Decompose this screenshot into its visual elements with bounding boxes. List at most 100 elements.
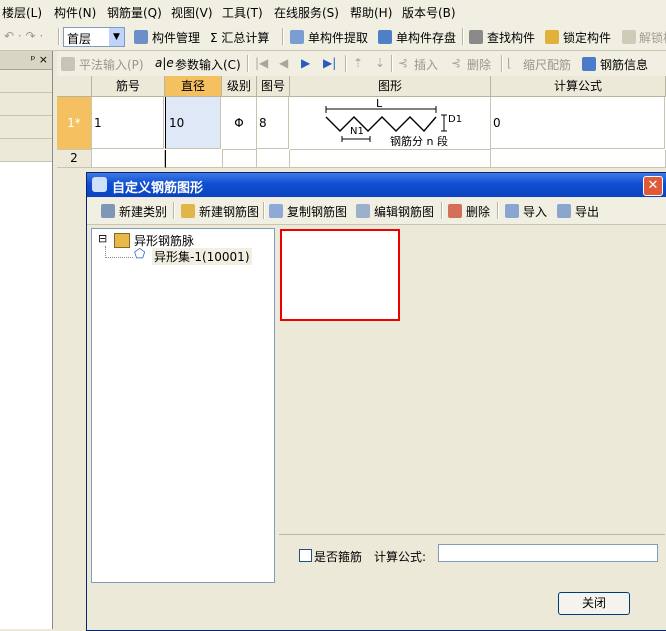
left-panel-row[interactable] — [0, 70, 52, 93]
shape-label-d1: D1 — [448, 114, 463, 125]
chevron-down-icon[interactable]: ▼ — [109, 28, 124, 46]
menu-tools[interactable]: 工具(T) — [222, 4, 263, 21]
single-save-icon — [378, 30, 392, 44]
floor-select[interactable]: 首层 ▼ — [63, 27, 125, 47]
delete-row-button[interactable]: 删除 — [467, 56, 491, 73]
close-button[interactable]: 关闭 — [558, 592, 630, 615]
nav-last-icon[interactable]: ▶| — [323, 56, 336, 70]
scale-rebar-button[interactable]: 缩尺配筋 — [523, 56, 571, 73]
move-down-icon[interactable]: ⇣ — [375, 56, 385, 70]
plan-input-icon — [61, 57, 75, 71]
cell-shape[interactable] — [290, 150, 491, 168]
rebar-info-button[interactable]: 钢筋信息 — [600, 56, 648, 73]
delete-button[interactable]: 删除 — [466, 203, 490, 220]
row-header[interactable]: 1* — [57, 97, 92, 150]
shape-label-l: L — [376, 97, 383, 110]
new-category-button[interactable]: 新建类别 — [119, 203, 167, 220]
unlock-icon — [622, 30, 636, 44]
shape-preview-canvas[interactable] — [280, 229, 400, 321]
nav-first-icon[interactable]: |◀ — [255, 56, 268, 70]
cell-diameter[interactable]: 10 — [165, 97, 221, 149]
header-level[interactable]: 级别 — [222, 76, 257, 97]
single-extract-button[interactable]: 单构件提取 — [308, 29, 368, 46]
scale-rebar-icon: ⌊ — [507, 56, 512, 70]
single-extract-icon — [290, 30, 304, 44]
cell-formula[interactable] — [491, 150, 666, 168]
left-panel: ᵖ × — [0, 51, 53, 629]
find-icon — [469, 30, 483, 44]
menu-view[interactable]: 视图(V) — [171, 4, 213, 21]
unlock-component-button[interactable]: 解锁构 — [639, 29, 666, 46]
tree-expander-icon[interactable]: ⊟ — [98, 232, 107, 245]
nav-prev-icon[interactable]: ◀ — [279, 56, 288, 70]
param-input-button[interactable]: 参数输入(C) — [175, 56, 241, 73]
dialog-title: 自定义钢筋图形 — [112, 181, 204, 196]
move-up-icon[interactable]: ⇡ — [353, 56, 363, 70]
menu-bar: 楼层(L) 构件(N) 钢筋量(Q) 视图(V) 工具(T) 在线服务(S) 帮… — [0, 0, 666, 25]
cell-jinhao[interactable] — [92, 150, 165, 168]
close-icon[interactable]: ✕ — [643, 176, 663, 196]
nav-next-icon[interactable]: ▶ — [301, 56, 310, 70]
shape-tree: ⊟ 异形钢筋脉 ⬠ 异形集-1(10001) — [91, 228, 275, 583]
formula-label: 计算公式: — [374, 550, 427, 564]
left-panel-row[interactable] — [0, 93, 52, 116]
pin-close-icon[interactable]: ᵖ × — [31, 53, 48, 66]
cell-tuhao[interactable]: 8 — [257, 97, 289, 149]
copy-shape-button[interactable]: 复制钢筋图 — [287, 203, 347, 220]
import-button[interactable]: 导入 — [523, 203, 547, 220]
single-save-button[interactable]: 单构件存盘 — [396, 29, 456, 46]
rebar-info-icon — [582, 57, 596, 71]
shape-label-n1: N1 — [350, 126, 364, 137]
find-component-button[interactable]: 查找构件 — [487, 29, 535, 46]
grid-corner — [57, 76, 92, 97]
undo-redo-icons[interactable]: ↶ · ↷ · — [4, 29, 43, 43]
menu-help[interactable]: 帮助(H) — [350, 4, 392, 21]
menu-component[interactable]: 构件(N) — [54, 4, 96, 21]
plan-input-button[interactable]: 平法输入(P) — [79, 56, 144, 73]
param-input-icon: a|e — [155, 56, 174, 70]
dialog-toolbar: 新建类别 新建钢筋图 复制钢筋图 编辑钢筋图 删除 导入 导出 — [87, 198, 666, 225]
rebar-toolbar: 平法输入(P) a|e 参数输入(C) |◀ ◀ ▶ ▶| ⇡ ⇣ ⊰ 插入 ⊰… — [57, 51, 666, 77]
dialog-title-bar[interactable]: 自定义钢筋图形 ✕ — [87, 173, 666, 197]
cell-shape[interactable]: L N1 D1 钢筋分 n 段 — [290, 97, 491, 150]
menu-version[interactable]: 版本号(B) — [402, 4, 456, 21]
component-manage-icon — [134, 30, 148, 44]
cell-jinhao[interactable]: 1 — [92, 97, 164, 149]
menu-online-service[interactable]: 在线服务(S) — [274, 4, 339, 21]
header-diameter[interactable]: 直径(mm) — [165, 76, 222, 113]
main-toolbar: ↶ · ↷ · 首层 ▼ 构件管理 Σ 汇总计算 单构件提取 单构件存盘 查找构… — [0, 24, 666, 51]
lock-component-button[interactable]: 锁定构件 — [563, 29, 611, 46]
left-panel-row[interactable] — [0, 116, 52, 139]
insert-button[interactable]: 插入 — [414, 56, 438, 73]
summary-calc-button[interactable]: Σ 汇总计算 — [210, 29, 269, 46]
export-icon — [557, 204, 571, 218]
tree-child-label[interactable]: 异形集-1(10001) — [152, 248, 252, 265]
shape-caption: 钢筋分 n 段 — [390, 135, 448, 148]
left-panel-row[interactable] — [0, 139, 52, 162]
new-shape-button[interactable]: 新建钢筋图 — [199, 203, 259, 220]
cell-diameter[interactable] — [165, 150, 223, 168]
row-header[interactable]: 2 — [57, 150, 92, 168]
custom-rebar-shape-dialog: 自定义钢筋图形 ✕ 新建类别 新建钢筋图 复制钢筋图 编辑钢筋图 删除 导入 导… — [86, 172, 666, 631]
cell-level[interactable]: Φ — [222, 97, 257, 150]
header-jinhao[interactable]: 筋号 — [92, 76, 165, 97]
formula-input[interactable] — [438, 544, 658, 562]
header-tuhao[interactable]: 图号 — [257, 76, 290, 97]
export-button[interactable]: 导出 — [575, 203, 599, 220]
floor-select-value: 首层 — [67, 32, 92, 46]
delete-icon — [448, 204, 462, 218]
cell-level[interactable] — [222, 150, 257, 168]
component-manage-button[interactable]: 构件管理 — [152, 29, 200, 46]
import-icon — [505, 204, 519, 218]
stirrup-checkbox-label: 是否箍筋 — [314, 550, 363, 564]
menu-floor[interactable]: 楼层(L) — [2, 4, 42, 21]
cell-formula[interactable]: 0 — [491, 97, 665, 149]
header-shape[interactable]: 图形 — [290, 76, 491, 97]
menu-rebar-quantity[interactable]: 钢筋量(Q) — [107, 4, 162, 21]
cell-tuhao[interactable] — [257, 150, 290, 168]
edit-shape-button[interactable]: 编辑钢筋图 — [374, 203, 434, 220]
insert-icon: ⊰ — [398, 56, 409, 70]
lock-icon — [545, 30, 559, 44]
stirrup-checkbox[interactable] — [299, 549, 312, 562]
header-formula[interactable]: 计算公式 — [491, 76, 666, 97]
